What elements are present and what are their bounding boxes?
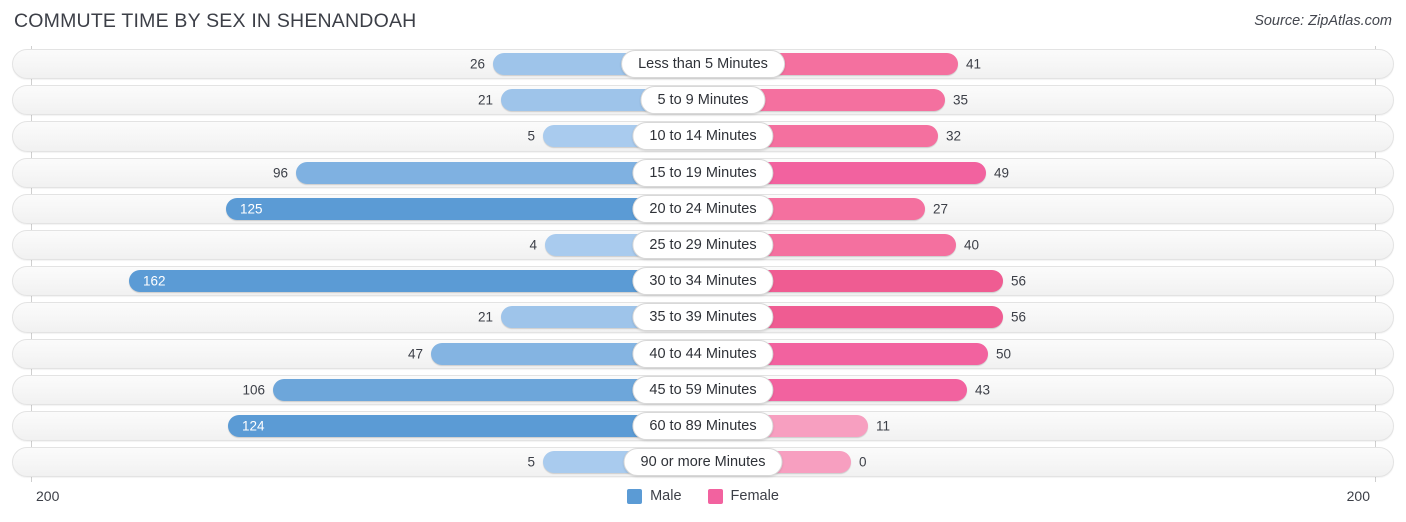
chart-footer: 200 200 Male Female [0,482,1406,522]
category-label: 15 to 19 Minutes [632,158,774,187]
value-label-male: 96 [272,164,288,180]
category-label: 90 or more Minutes [623,448,783,477]
value-label-male: 47 [407,345,423,361]
table-row: 124 11 60 to 89 Minutes [0,408,1406,444]
category-label: 10 to 14 Minutes [632,122,774,151]
value-label-female: 27 [933,201,949,217]
plot-area: 26 41 Less than 5 Minutes 21 35 5 to 9 Minute… [0,46,1406,482]
chart-container: COMMUTE TIME BY SEX IN SHENANDOAH Source… [0,0,1406,522]
bar-male[interactable] [129,270,703,293]
category-label: 20 to 24 Minutes [632,194,774,223]
value-label-male: 106 [242,382,265,398]
table-row: 5 0 90 or more Minutes [0,444,1406,480]
value-label-male: 4 [529,237,537,253]
value-label-male: 21 [477,92,493,108]
table-row: 26 41 Less than 5 Minutes [0,46,1406,82]
category-label: 60 to 89 Minutes [632,411,774,440]
value-label-female: 43 [975,382,991,398]
table-row: 21 35 5 to 9 Minutes [0,82,1406,118]
legend-item-female[interactable]: Female [707,488,779,504]
page-title: COMMUTE TIME BY SEX IN SHENANDOAH [14,10,417,32]
value-label-female: 32 [946,128,962,144]
source-attribution: Source: ZipAtlas.com [1254,13,1392,29]
value-label-female: 56 [1011,309,1027,325]
category-label: 5 to 9 Minutes [640,86,766,115]
table-row: 47 50 40 to 44 Minutes [0,336,1406,372]
table-row: 5 32 10 to 14 Minutes [0,118,1406,154]
category-label: Less than 5 Minutes [621,50,785,79]
table-row: 96 49 15 to 19 Minutes [0,155,1406,191]
table-row: 21 56 35 to 39 Minutes [0,299,1406,335]
value-label-female: 0 [859,454,867,470]
value-label-male: 162 [143,273,166,289]
value-label-male: 124 [242,418,265,434]
table-row: 125 27 20 to 24 Minutes [0,191,1406,227]
value-label-male: 5 [527,128,535,144]
chart-header: COMMUTE TIME BY SEX IN SHENANDOAH Source… [0,0,1406,45]
category-label: 30 to 34 Minutes [632,267,774,296]
value-label-female: 41 [966,56,982,72]
category-label: 35 to 39 Minutes [632,303,774,332]
value-label-male: 5 [527,454,535,470]
bar-rows: 26 41 Less than 5 Minutes 21 35 5 to 9 Minute… [0,46,1406,480]
category-label: 40 to 44 Minutes [632,339,774,368]
value-label-female: 50 [996,345,1012,361]
table-row: 162 56 30 to 34 Minutes [0,263,1406,299]
value-label-male: 21 [477,309,493,325]
value-label-female: 11 [876,418,891,434]
legend-label: Female [730,488,779,504]
legend-swatch-icon [707,488,723,504]
value-label-female: 40 [964,237,980,253]
legend-item-male[interactable]: Male [627,488,682,504]
table-row: 106 43 45 to 59 Minutes [0,372,1406,408]
chart-legend: Male Female [0,488,1406,504]
table-row: 4 40 25 to 29 Minutes [0,227,1406,263]
category-label: 45 to 59 Minutes [632,375,774,404]
legend-label: Male [650,488,682,504]
value-label-female: 56 [1011,273,1027,289]
value-label-female: 49 [994,164,1010,180]
value-label-female: 35 [953,92,969,108]
category-label: 25 to 29 Minutes [632,231,774,260]
value-label-male: 125 [240,201,263,217]
value-label-male: 26 [469,56,485,72]
legend-swatch-icon [627,488,643,504]
